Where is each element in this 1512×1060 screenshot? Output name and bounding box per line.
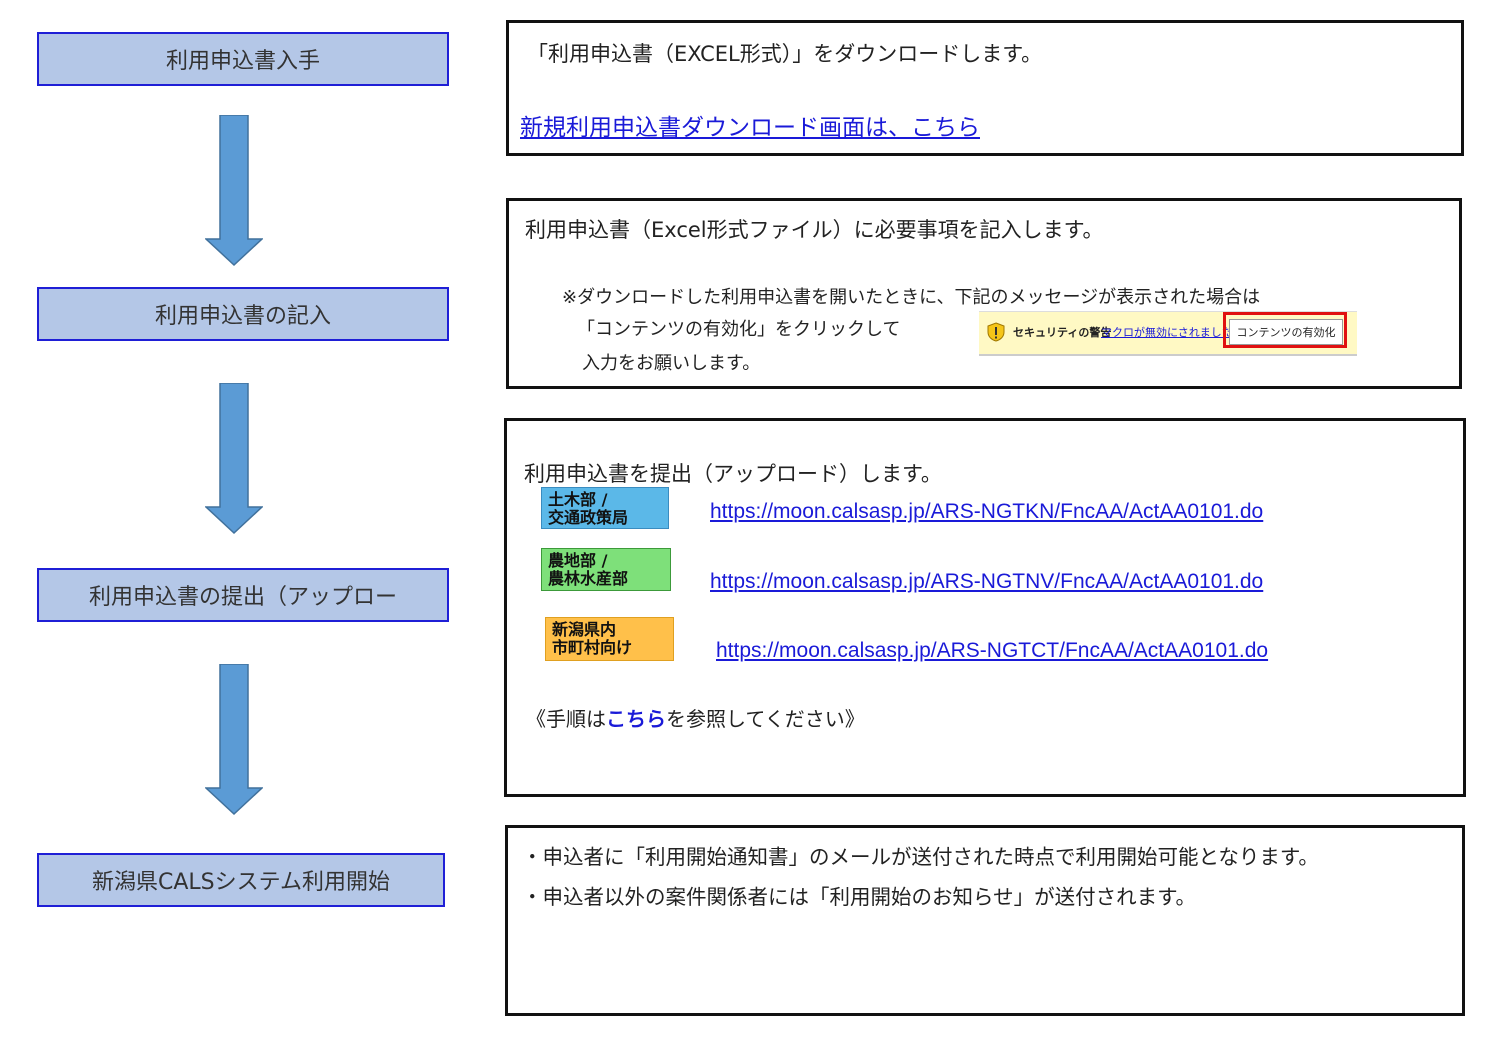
macro-warning-bar: セキュリティの警告 マクロが無効にされました。 コンテンツの有効化 bbox=[979, 311, 1357, 356]
down-arrow-icon bbox=[205, 115, 263, 267]
badge-doboku: 土木部 / 交通政策局 bbox=[541, 487, 669, 529]
procedure-link[interactable]: こちら bbox=[606, 707, 666, 731]
down-arrow-icon bbox=[205, 664, 263, 816]
upload-url-nouchi[interactable]: https://moon.calsasp.jp/ARS-NGTNV/FncAA/… bbox=[710, 570, 1263, 594]
badge-nouchi: 農地部 / 農林水産部 bbox=[541, 548, 671, 591]
start-line-1: ・申込者に「利用開始通知書」のメールが送付された時点で利用開始可能となります。 bbox=[522, 845, 1319, 869]
down-arrow-icon bbox=[205, 383, 263, 535]
security-warning-label: セキュリティの警告 bbox=[1013, 326, 1112, 339]
note-line-3: 入力をお願いします。 bbox=[582, 353, 761, 374]
upload-text: 利用申込書を提出（アップロード）します。 bbox=[524, 462, 942, 486]
note-line-1: ※ダウンロードした利用申込書を開いたときに、下記のメッセージが表示された場合は bbox=[562, 287, 1261, 308]
download-text: 「利用申込書（EXCEL形式）」をダウンロードします。 bbox=[527, 42, 1043, 66]
upload-url-doboku[interactable]: https://moon.calsasp.jp/ARS-NGTKN/FncAA/… bbox=[710, 500, 1263, 524]
upload-url-shichoson[interactable]: https://moon.calsasp.jp/ARS-NGTCT/FncAA/… bbox=[716, 639, 1268, 663]
highlight-frame bbox=[1223, 312, 1347, 348]
note-line-2: 「コンテンツの有効化」をクリックして bbox=[577, 319, 901, 340]
step-1: 利用申込書入手 bbox=[37, 32, 449, 86]
step-3: 利用申込書の提出（アップロー bbox=[37, 568, 449, 622]
download-link[interactable]: 新規利用申込書ダウンロード画面は、こちら bbox=[520, 108, 980, 142]
start-line-2: ・申込者以外の案件関係者には「利用開始のお知らせ」が送付されます。 bbox=[522, 885, 1197, 909]
procedure-text: 《手順はこちらを参照してください》 bbox=[526, 707, 865, 731]
step-2: 利用申込書の記入 bbox=[37, 287, 449, 341]
badge-shichoson: 新潟県内 市町村向け bbox=[545, 617, 674, 661]
fill-in-text: 利用申込書（Excel形式ファイル）に必要事項を記入します。 bbox=[525, 218, 1104, 242]
step-4: 新潟県CALSシステム利用開始 bbox=[37, 853, 445, 907]
shield-warning-icon bbox=[987, 322, 1005, 342]
